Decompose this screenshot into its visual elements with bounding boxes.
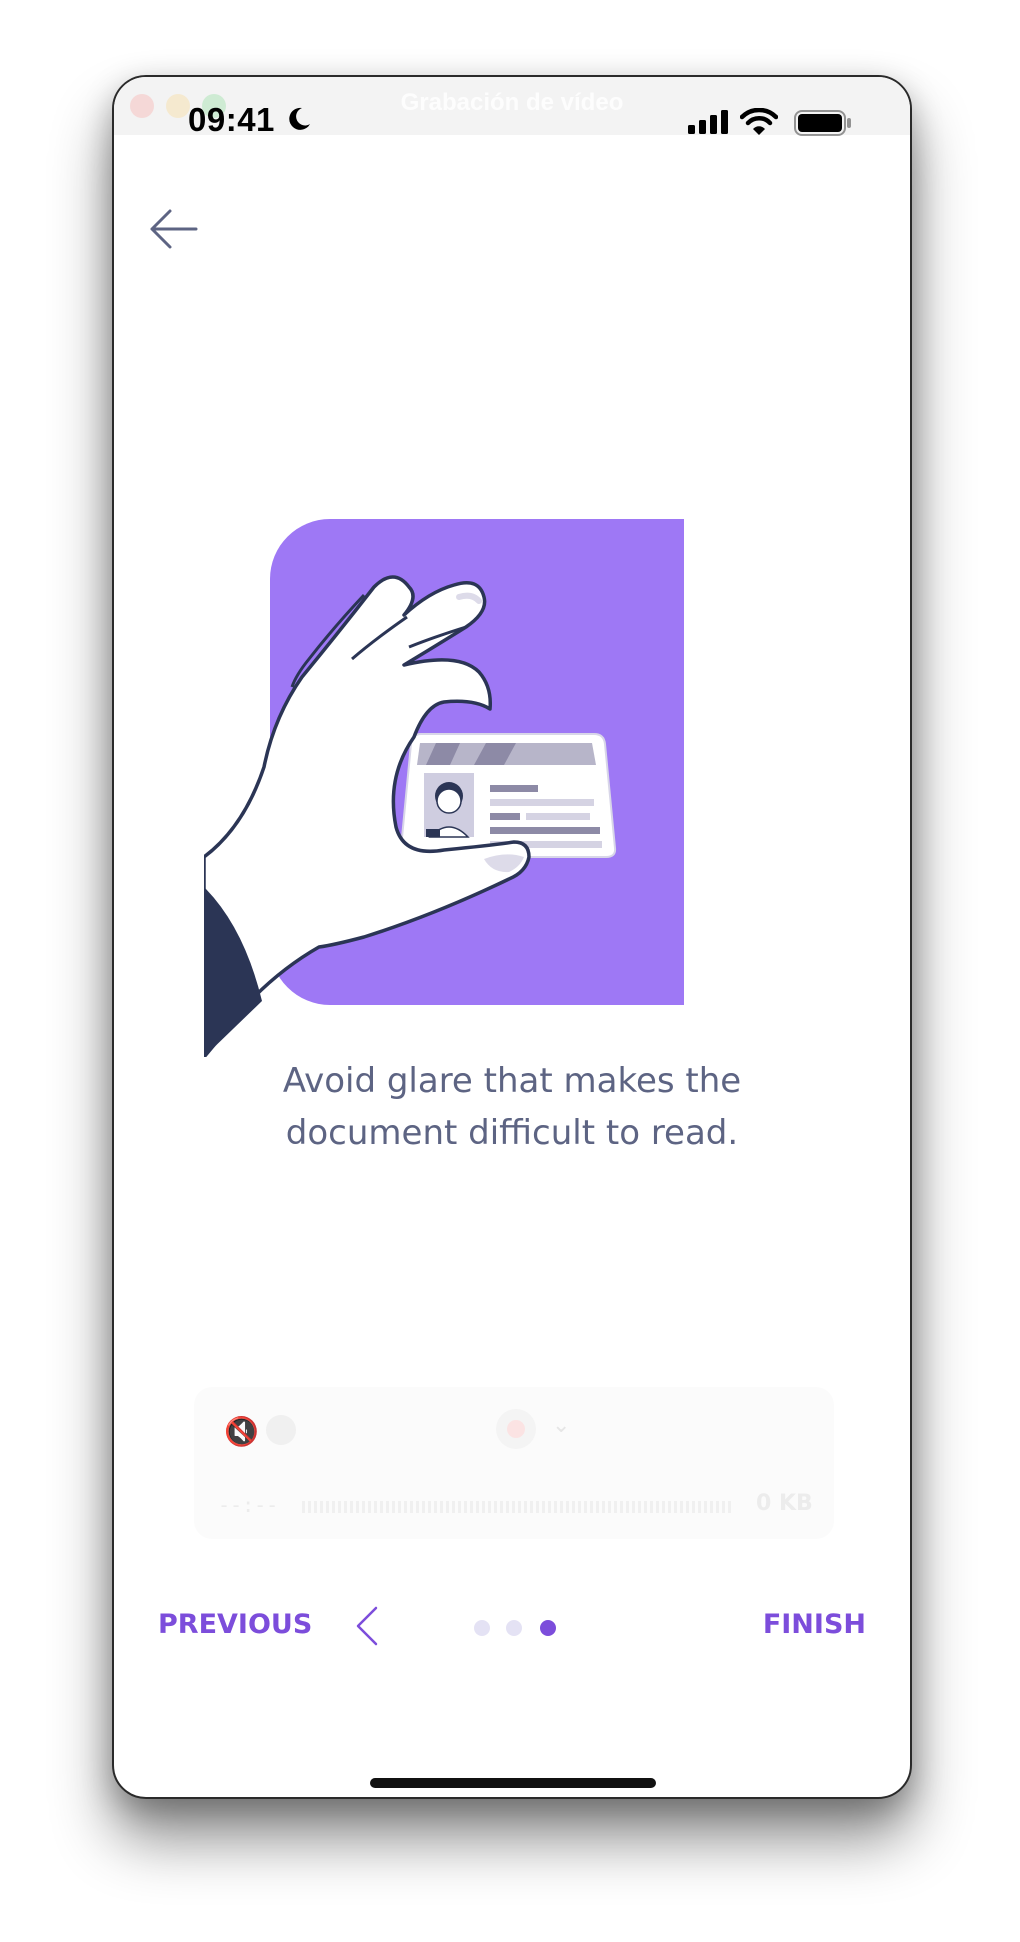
instruction-caption: Avoid glare that makes the document diff… — [194, 1055, 830, 1159]
caption-line-2: document difficult to read. — [285, 1113, 739, 1153]
phone-frame: Grabación de vídeo 09:41 Avoid glare tha… — [112, 75, 912, 1799]
chevron-left-icon — [356, 1606, 378, 1646]
arrow-left-icon — [150, 209, 198, 249]
chevron-down-icon[interactable]: ⌄ — [552, 1413, 570, 1438]
previous-chevron-button[interactable] — [352, 1604, 382, 1648]
page-dot-2[interactable] — [506, 1620, 522, 1636]
glare-illustration — [204, 519, 684, 1057]
audio-waveform — [302, 1501, 734, 1513]
finish-button[interactable]: FINISH — [763, 1609, 866, 1640]
home-indicator[interactable] — [370, 1778, 656, 1788]
muted-speaker-icon[interactable]: 🔇 — [224, 1415, 259, 1448]
id-card — [399, 733, 617, 858]
page-indicator — [474, 1618, 564, 1638]
page-dot-3-active[interactable] — [540, 1620, 556, 1636]
previous-button[interactable]: PREVIOUS — [158, 1609, 312, 1640]
recording-timer: --:-- — [218, 1493, 279, 1517]
screen-recorder-overlay: 🔇 ⌄ --:-- 0 KB — [194, 1387, 834, 1539]
page-dot-1[interactable] — [474, 1620, 490, 1636]
wifi-icon — [740, 108, 778, 135]
back-button[interactable] — [148, 207, 200, 251]
status-time: 09:41 — [188, 101, 275, 138]
battery-icon — [794, 110, 851, 136]
cellular-signal-icon — [688, 110, 728, 134]
camera-toggle-icon[interactable] — [266, 1415, 296, 1445]
recording-size: 0 KB — [756, 1491, 813, 1516]
record-button[interactable] — [496, 1409, 536, 1449]
moon-icon — [289, 107, 310, 130]
caption-line-1: Avoid glare that makes the — [282, 1061, 742, 1101]
